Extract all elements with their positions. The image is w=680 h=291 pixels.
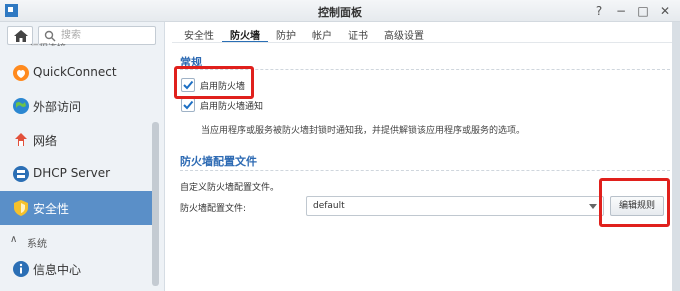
- notify-description: 当应用程序或服务被防火墙封锁时通知我，并提供解锁该应用程序或服务的选项。: [201, 126, 526, 136]
- custom-profile-text: 自定义防火墙配置文件。: [180, 183, 280, 193]
- search-input[interactable]: [59, 28, 149, 43]
- tab-security[interactable]: 安全性: [176, 22, 222, 43]
- profile-select-value: default: [313, 201, 345, 211]
- sidebar-section-system[interactable]: ∧ 系统: [0, 231, 155, 251]
- sidebar-item-label: 外部访问: [33, 100, 82, 114]
- window-controls: ? − □ ✕: [588, 2, 676, 20]
- sidebar: 远程连接 QuickConnect 外部访问 网络 DHCP Server: [0, 22, 165, 291]
- profile-field-label: 防火墙配置文件:: [180, 204, 247, 214]
- tab-firewall[interactable]: 防火墙: [222, 22, 268, 43]
- window-title: 控制面板: [318, 6, 362, 19]
- globe-icon: [13, 98, 29, 114]
- home-icon: [14, 30, 28, 42]
- section-label: 系统: [27, 239, 47, 250]
- enable-notify-checkbox[interactable]: [181, 98, 195, 112]
- window-right-edge: [672, 22, 680, 291]
- tab-advanced[interactable]: 高级设置: [376, 22, 432, 43]
- info-icon: [13, 261, 29, 277]
- tab-protection[interactable]: 防护: [268, 22, 304, 43]
- sidebar-scrollbar[interactable]: [152, 122, 159, 286]
- dhcp-icon: [13, 166, 29, 182]
- tab-bar: 安全性 防火墙 防护 帐户 证书 高级设置: [176, 22, 432, 43]
- sidebar-item-label: DHCP Server: [33, 166, 111, 180]
- profile-select[interactable]: default: [306, 196, 604, 216]
- maximize-button[interactable]: □: [632, 2, 654, 20]
- quickconnect-icon: [13, 65, 29, 81]
- sidebar-item-network[interactable]: 网络: [0, 123, 155, 157]
- enable-notify-label: 启用防火墙通知: [200, 102, 264, 112]
- shield-icon: [14, 200, 28, 216]
- network-icon: [15, 133, 27, 146]
- tab-divider: [172, 42, 672, 43]
- sidebar-item-label: 安全性: [33, 202, 70, 216]
- sidebar-cut-label: 远程连接: [30, 41, 66, 46]
- minimize-button[interactable]: −: [610, 2, 632, 20]
- sidebar-item-label: 网络: [33, 134, 58, 148]
- chevron-up-icon: ∧: [10, 234, 18, 245]
- tab-account[interactable]: 帐户: [304, 22, 340, 43]
- title-bar: 控制面板 ? − □ ✕: [0, 0, 680, 22]
- sidebar-item-quickconnect[interactable]: QuickConnect: [0, 56, 155, 90]
- sidebar-item-security[interactable]: 安全性: [0, 191, 155, 225]
- highlight-box: [174, 66, 254, 99]
- dropdown-arrow-icon: [589, 204, 597, 209]
- sidebar-item-dhcp-server[interactable]: DHCP Server: [0, 157, 155, 191]
- sidebar-item-external-access[interactable]: 外部访问: [0, 89, 155, 123]
- profile-section-title: 防火墙配置文件: [180, 155, 257, 168]
- sidebar-item-info-center[interactable]: 信息中心: [0, 252, 155, 286]
- close-button[interactable]: ✕: [654, 2, 676, 20]
- sidebar-item-label: 信息中心: [33, 263, 82, 277]
- sidebar-item-label: QuickConnect: [33, 65, 117, 79]
- help-button[interactable]: ?: [588, 2, 610, 20]
- highlight-box: [599, 178, 670, 227]
- section-divider: [180, 170, 670, 171]
- tab-certificate[interactable]: 证书: [340, 22, 376, 43]
